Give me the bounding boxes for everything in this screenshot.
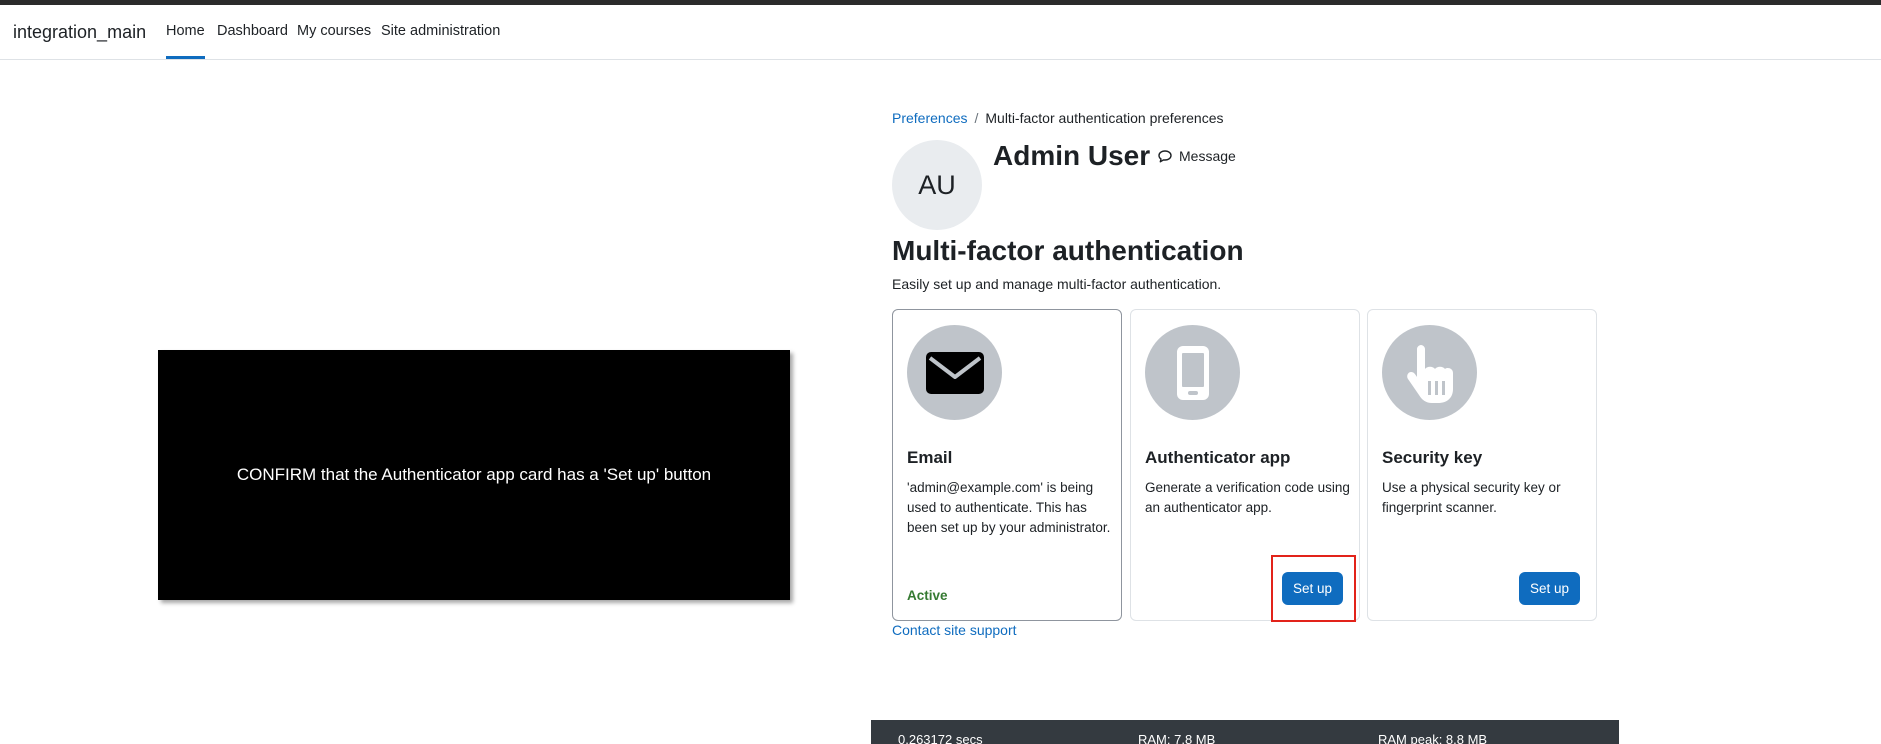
site-brand[interactable]: integration_main: [13, 22, 146, 43]
card-description: 'admin@example.com' is being used to aut…: [907, 480, 1111, 535]
card-description: Use a physical security key or fingerpri…: [1382, 480, 1561, 515]
page-title: Multi-factor authentication: [892, 235, 1244, 266]
top-navbar: integration_main Home Dashboard My cours…: [0, 5, 1881, 60]
performance-footer: 0.263172 secs RAM: 7.8 MB RAM peak: 8.8 …: [871, 720, 1619, 744]
card-description: Generate a verification code using an au…: [1145, 480, 1350, 515]
avatar-initials: AU: [918, 169, 956, 200]
email-factor-card: Email 'admin@example.com' is being used …: [892, 309, 1122, 621]
security-key-setup-button[interactable]: Set up: [1518, 572, 1580, 605]
footer-ram-peak: RAM peak: 8.8 MB: [1378, 732, 1488, 744]
breadcrumb: Preferences / Multi-factor authentication …: [892, 110, 1224, 126]
nav-site-administration[interactable]: Site administration: [381, 23, 500, 39]
highlight-box: [1271, 555, 1356, 622]
user-name: Admin User: [993, 140, 1151, 171]
envelope-icon: [907, 325, 1002, 420]
card-title: Security key: [1382, 448, 1483, 467]
breadcrumb-preferences-link[interactable]: Preferences: [892, 110, 967, 126]
message-button[interactable]: Message: [1158, 148, 1236, 164]
mobile-phone-icon: [1145, 325, 1240, 420]
footer-time: 0.263172 secs: [898, 732, 983, 744]
footer-ram: RAM: 7.8 MB: [1138, 732, 1216, 744]
card-title: Email: [907, 448, 953, 467]
contact-site-support-link[interactable]: Contact site support: [892, 622, 1017, 638]
breadcrumb-separator: /: [974, 110, 979, 126]
breadcrumb-current: Multi-factor authentication preferences: [985, 110, 1224, 126]
security-key-card: Security key Use a physical security key…: [1367, 309, 1597, 621]
message-label: Message: [1179, 148, 1236, 164]
instruction-text: CONFIRM that the Authenticator app card …: [236, 465, 712, 484]
page-description: Easily set up and manage multi-factor au…: [892, 276, 1222, 292]
nav-home[interactable]: Home: [166, 23, 205, 59]
card-title: Authenticator app: [1145, 448, 1291, 467]
nav-dashboard[interactable]: Dashboard: [217, 23, 288, 39]
pointing-hand-icon: [1382, 325, 1477, 420]
status-badge: Active: [907, 588, 948, 603]
nav-my-courses[interactable]: My courses: [297, 23, 371, 39]
instruction-overlay: CONFIRM that the Authenticator app card …: [158, 350, 790, 600]
speech-bubble-icon: [1158, 149, 1172, 162]
avatar: AU: [892, 140, 982, 230]
